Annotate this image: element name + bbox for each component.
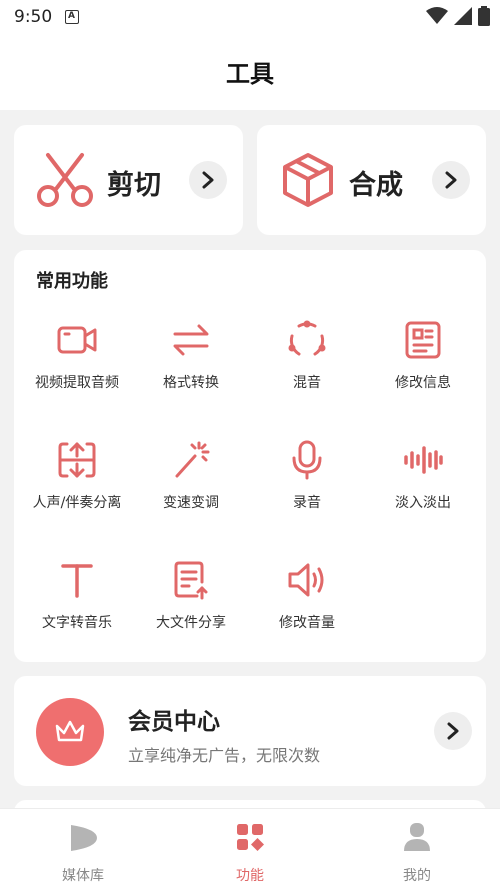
- feature-label: 文字转音乐: [42, 615, 112, 631]
- file-upload-icon: [174, 561, 208, 600]
- compose-label: 合成: [349, 170, 403, 201]
- chevron-right-icon: [445, 171, 457, 189]
- tab-label: 我的: [403, 868, 431, 884]
- vip-arrow-button[interactable]: [434, 712, 472, 750]
- scissors-icon: [37, 153, 93, 207]
- vip-center-card[interactable]: 会员中心 立享纯净无广告，无限次数: [14, 676, 486, 786]
- microphone-icon: [292, 440, 322, 480]
- tab-label: 媒体库: [62, 868, 104, 884]
- feature-volume[interactable]: 修改音量: [248, 560, 366, 660]
- feature-record[interactable]: 录音: [248, 440, 366, 540]
- status-time: 9:50: [14, 7, 53, 27]
- notification-icon: A: [65, 10, 79, 24]
- vip-badge: [36, 698, 104, 766]
- signal-icon: [454, 7, 472, 25]
- play-leaf-icon: [71, 825, 97, 851]
- swap-arrows-icon: [173, 324, 209, 356]
- cut-arrow-button[interactable]: [189, 161, 227, 199]
- feature-format-convert[interactable]: 格式转换: [132, 320, 250, 420]
- feature-label: 人声/伴奏分离: [32, 495, 122, 511]
- feature-video-extract-audio[interactable]: 视频提取音频: [18, 320, 136, 420]
- wifi-icon: [426, 7, 448, 24]
- status-icons: [426, 6, 490, 26]
- crown-icon: [55, 720, 85, 742]
- info-card-icon: [405, 321, 441, 359]
- features-panel: 常用功能 视频提取音频 格式转换 混音 修改信息 人声/伴奏分离 变速变调 录音…: [14, 250, 486, 662]
- feature-text-to-music[interactable]: 文字转音乐: [18, 560, 136, 660]
- waveform-icon: [404, 446, 443, 474]
- feature-large-file-share[interactable]: 大文件分享: [132, 560, 250, 660]
- feature-label: 混音: [293, 375, 321, 391]
- tab-functions[interactable]: 功能: [167, 809, 333, 888]
- compose-arrow-button[interactable]: [432, 161, 470, 199]
- tab-media-library[interactable]: 媒体库: [0, 809, 166, 888]
- feature-edit-info[interactable]: 修改信息: [364, 320, 482, 420]
- chevron-right-icon: [202, 171, 214, 189]
- feature-mix[interactable]: 混音: [248, 320, 366, 420]
- feature-label: 修改信息: [395, 375, 451, 391]
- cut-card[interactable]: 剪切: [14, 125, 243, 235]
- bottom-tab-bar: 媒体库 功能 我的: [0, 808, 500, 888]
- battery-icon: [478, 6, 490, 26]
- status-bar: 9:50 A: [0, 0, 500, 36]
- video-camera-icon: [57, 326, 97, 354]
- split-vertical-icon: [58, 442, 96, 478]
- chevron-right-icon: [447, 722, 459, 740]
- feature-label: 格式转换: [163, 375, 219, 391]
- mix-circle-icon: [288, 320, 326, 356]
- feature-label: 视频提取音频: [35, 375, 119, 391]
- tab-label: 功能: [236, 868, 264, 884]
- grid-apps-icon: [237, 824, 264, 851]
- feature-label: 变速变调: [163, 495, 219, 511]
- page-header: 工具: [0, 36, 500, 110]
- feature-speed-pitch[interactable]: 变速变调: [132, 440, 250, 540]
- vip-subtitle: 立享纯净无广告，无限次数: [128, 746, 321, 765]
- compose-card[interactable]: 合成: [257, 125, 486, 235]
- text-t-icon: [61, 564, 93, 598]
- feature-label: 修改音量: [279, 615, 335, 631]
- feature-label: 录音: [293, 495, 321, 511]
- tab-mine[interactable]: 我的: [334, 809, 500, 888]
- feature-fade[interactable]: 淡入淡出: [364, 440, 482, 540]
- feature-vocal-separation[interactable]: 人声/伴奏分离: [18, 440, 136, 540]
- person-icon: [404, 823, 430, 851]
- speaker-icon: [288, 563, 324, 597]
- cut-label: 剪切: [107, 170, 161, 201]
- vip-title: 会员中心: [128, 709, 220, 735]
- features-title: 常用功能: [36, 271, 108, 292]
- page-title: 工具: [226, 60, 274, 88]
- cube-icon: [283, 153, 333, 207]
- feature-label: 大文件分享: [156, 615, 226, 631]
- magic-wand-icon: [175, 441, 210, 478]
- feature-label: 淡入淡出: [395, 495, 451, 511]
